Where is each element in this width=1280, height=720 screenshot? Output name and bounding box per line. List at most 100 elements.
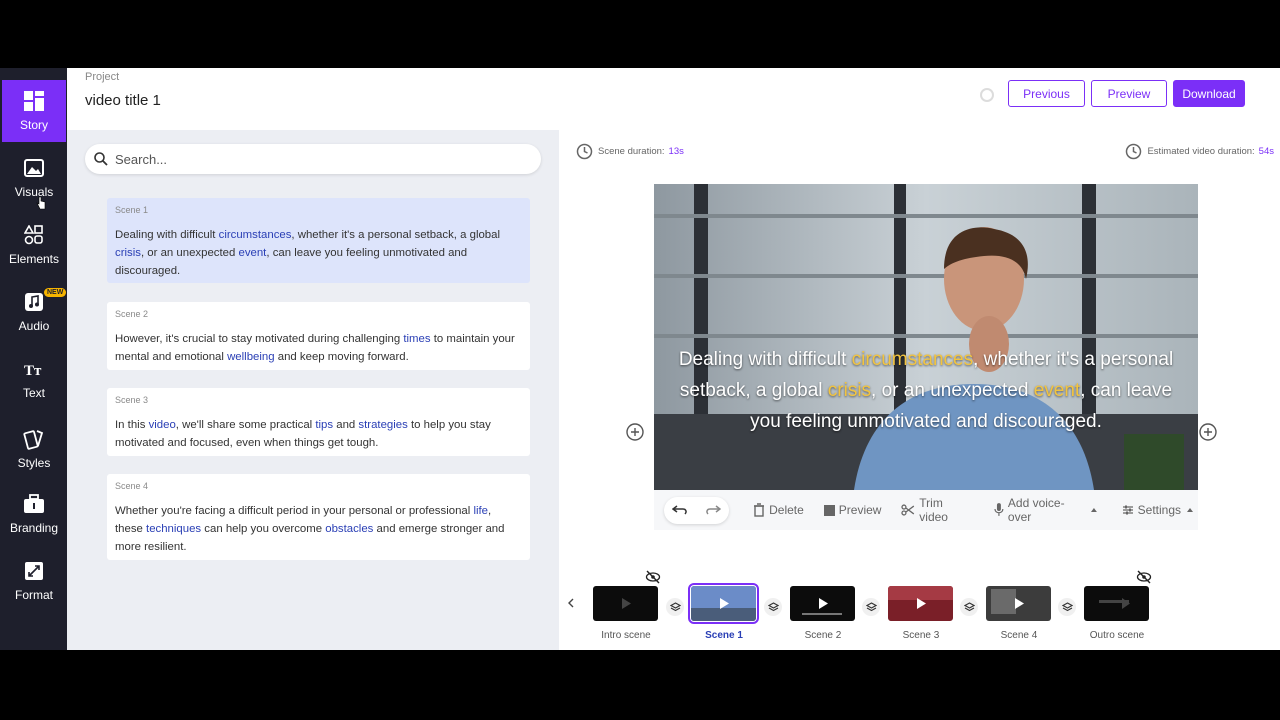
undo-icon[interactable] <box>672 504 688 516</box>
keyword-highlight[interactable]: event <box>238 247 266 259</box>
transition-button[interactable] <box>862 598 880 616</box>
sidebar-item-styles[interactable]: Styles <box>2 418 66 480</box>
trim-video-button[interactable]: Trim video <box>901 496 974 524</box>
text-fragment: However, it's crucial to stay motivated … <box>115 333 404 345</box>
keyword-highlight[interactable]: obstacles <box>325 523 373 535</box>
scene-text[interactable]: Whether you're facing a difficult period… <box>115 502 522 556</box>
scene-label: Scene 1 <box>115 205 149 215</box>
sidebar-item-text[interactable]: Tт Text <box>2 348 66 410</box>
sidebar-item-label: Visuals <box>14 185 54 199</box>
redo-icon[interactable] <box>705 504 721 516</box>
scene-card-4[interactable]: Scene 4 Whether you're facing a difficul… <box>107 474 530 560</box>
scene-text[interactable]: Dealing with difficult circumstances, wh… <box>115 226 522 280</box>
timeline-label: Scene 1 <box>705 630 743 641</box>
sidebar-item-label: Story <box>19 118 48 132</box>
scene-duration-label: Scene duration: <box>598 146 665 157</box>
sidebar-item-story[interactable]: Story <box>2 80 66 142</box>
scene-card-3[interactable]: Scene 3 In this video, we'll share some … <box>107 388 530 456</box>
keyword-highlight[interactable]: tips <box>315 419 333 431</box>
eye-off-icon[interactable] <box>1136 570 1152 584</box>
estimated-duration: Estimated video duration: 54s <box>1125 143 1274 160</box>
preview-button[interactable]: Preview <box>1091 80 1167 107</box>
keyword-highlight[interactable]: circumstances <box>852 349 973 370</box>
download-button[interactable]: Download <box>1173 80 1245 107</box>
scene-preview-button[interactable]: Preview <box>823 503 881 517</box>
chevron-left-icon[interactable] <box>567 598 575 608</box>
transition-button[interactable] <box>666 598 684 616</box>
text-fragment: Dealing with difficult <box>678 349 852 370</box>
previous-button[interactable]: Previous <box>1008 80 1085 107</box>
story-panel: Search... Scene 1 Dealing with difficult… <box>67 130 559 650</box>
add-scene-before-icon[interactable] <box>625 422 645 442</box>
dashboard-icon <box>23 90 45 112</box>
sidebar-item-branding[interactable]: Branding <box>2 483 66 545</box>
sidebar-item-format[interactable]: Format <box>2 550 66 612</box>
trash-icon <box>754 503 765 517</box>
sliders-icon <box>1122 505 1133 515</box>
play-icon <box>802 598 842 615</box>
layers-icon <box>865 601 877 611</box>
eye-off-icon[interactable] <box>645 570 661 584</box>
scene-label: Scene 3 <box>115 395 149 405</box>
scene-text[interactable]: However, it's crucial to stay motivated … <box>115 330 522 366</box>
sidebar-item-audio[interactable]: NEW Audio <box>2 281 67 343</box>
stop-icon <box>823 504 835 516</box>
timeline-thumb-scene-1[interactable] <box>688 583 759 624</box>
project-label: Project <box>85 71 120 83</box>
timeline-thumb-outro[interactable] <box>1084 586 1149 621</box>
sidebar-item-label: Elements <box>8 252 60 266</box>
scene-card-1[interactable]: Scene 1 Dealing with difficult circumsta… <box>107 198 530 283</box>
keyword-highlight[interactable]: strategies <box>358 419 407 431</box>
sidebar-item-label: Format <box>14 588 53 602</box>
sidebar-item-elements[interactable]: Elements <box>2 214 66 276</box>
timeline-thumb-intro[interactable] <box>593 586 658 621</box>
keyword-highlight[interactable]: techniques <box>146 523 201 535</box>
delete-button[interactable]: Delete <box>753 503 804 517</box>
scene-label: Scene 4 <box>115 481 149 491</box>
transition-button[interactable] <box>960 598 978 616</box>
keyword-highlight[interactable]: crisis <box>115 247 141 259</box>
video-frame <box>654 184 1198 490</box>
timeline-thumb-scene-3[interactable] <box>888 586 953 621</box>
video-preview[interactable]: Dealing with difficult circumstances, wh… <box>654 184 1198 490</box>
sidebar-item-visuals[interactable]: Visuals <box>2 147 66 209</box>
settings-button[interactable]: Settings <box>1122 503 1198 517</box>
add-voiceover-button[interactable]: Add voice-over <box>994 496 1102 524</box>
caret-up-icon <box>1187 508 1193 512</box>
sidebar: Story Visuals Elements NEW Audio Tт Text… <box>0 68 67 650</box>
keyword-highlight[interactable]: times <box>403 333 430 345</box>
scene-card-2[interactable]: Scene 2 However, it's crucial to stay mo… <box>107 302 530 370</box>
timeline-label: Intro scene <box>601 630 651 641</box>
keyword-highlight[interactable]: circumstances <box>219 229 292 241</box>
scene-text[interactable]: In this video, we'll share some practica… <box>115 416 522 452</box>
keyword-highlight[interactable]: event <box>1034 380 1080 401</box>
timeline-thumb-scene-4[interactable] <box>986 586 1051 621</box>
resize-icon <box>23 560 45 582</box>
settings-label: Settings <box>1137 503 1181 517</box>
keyword-highlight[interactable]: video <box>149 419 176 431</box>
search-input[interactable]: Search... <box>85 144 541 174</box>
trim-label: Trim video <box>919 496 948 524</box>
microphone-icon <box>994 503 1004 516</box>
project-title[interactable]: video title 1 <box>85 92 161 109</box>
transition-button[interactable] <box>764 598 782 616</box>
timeline-thumb-scene-2[interactable] <box>790 586 855 621</box>
header: Project video title 1 Previous Preview D… <box>67 68 1280 130</box>
sidebar-item-label: Audio <box>18 319 50 333</box>
svg-text:Tт: Tт <box>24 363 42 378</box>
transition-button[interactable] <box>1058 598 1076 616</box>
app-window: Story Visuals Elements NEW Audio Tт Text… <box>0 68 1280 650</box>
caret-up-icon <box>1090 508 1097 512</box>
text-fragment: and keep moving forward. <box>274 351 409 363</box>
keyword-highlight[interactable]: wellbeing <box>227 351 275 363</box>
estimated-duration-value: 54s <box>1258 146 1274 157</box>
add-scene-after-icon[interactable] <box>1198 422 1218 442</box>
voiceover-label: Add voice-over <box>1007 496 1065 524</box>
timeline-label: Scene 3 <box>902 630 940 641</box>
keyword-highlight[interactable]: crisis <box>828 380 871 401</box>
timeline-label: Scene 4 <box>1000 630 1038 641</box>
text-fragment: , whether it's a personal setback, a glo… <box>291 229 501 241</box>
video-caption[interactable]: Dealing with difficult circumstances, wh… <box>674 344 1178 437</box>
keyword-highlight[interactable]: life <box>473 505 488 517</box>
sidebar-item-label: Styles <box>17 456 51 470</box>
